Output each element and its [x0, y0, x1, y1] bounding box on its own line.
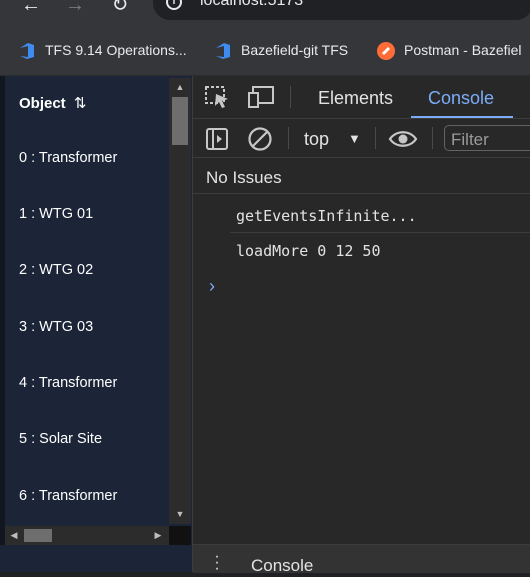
clear-console-icon[interactable] — [247, 126, 273, 152]
toolbar-separator — [432, 127, 433, 149]
bookmark-label: Bazefield-git TFS — [241, 42, 349, 58]
sort-arrows-icon[interactable]: ⇅ — [74, 95, 87, 112]
no-issues-label[interactable]: No Issues — [206, 168, 282, 188]
toolbar-separator — [290, 86, 291, 108]
console-prompt-chevron-icon[interactable]: › — [209, 276, 215, 297]
context-label: top — [304, 129, 330, 149]
bookmark-bazefield-git[interactable]: Bazefield-git TFS — [214, 40, 348, 60]
object-header-label: Object — [19, 95, 66, 112]
list-item[interactable]: 2 : WTG 02 — [19, 262, 93, 278]
back-arrow-icon[interactable]: ← — [19, 0, 43, 17]
sidebar-toggle-icon[interactable] — [205, 127, 229, 151]
drawer-console-tab[interactable]: Console — [251, 556, 313, 576]
bookmark-postman[interactable]: Postman - Bazefiel — [377, 40, 522, 61]
page-edge-strip — [0, 76, 5, 572]
list-item[interactable]: 0 : Transformer — [19, 150, 117, 166]
scrollbar-corner — [169, 526, 191, 545]
device-toolbar-icon[interactable] — [247, 85, 275, 109]
panel-footer — [0, 545, 192, 572]
drawer-menu-icon[interactable]: · · · — [213, 549, 221, 577]
url-text[interactable]: localhost:5173 — [200, 0, 303, 10]
filter-placeholder[interactable]: Filter — [451, 130, 489, 150]
list-item[interactable]: 1 : WTG 01 — [19, 206, 93, 222]
reload-icon[interactable]: ↻ — [108, 0, 132, 17]
postman-icon — [377, 42, 395, 61]
live-expression-eye-icon[interactable] — [388, 128, 418, 150]
tab-elements[interactable]: Elements — [318, 88, 393, 109]
list-item[interactable]: 3 : WTG 03 — [19, 319, 93, 335]
azure-devops-icon — [18, 42, 36, 60]
scroll-left-arrow-icon[interactable]: ◀ — [6, 526, 22, 545]
tab-console[interactable]: Console — [428, 88, 494, 109]
inspect-element-icon[interactable] — [204, 85, 230, 109]
list-item[interactable]: 5 : Solar Site — [19, 431, 102, 447]
object-column-header[interactable]: Object ⇅ — [19, 94, 86, 112]
bookmark-tfs-operations[interactable]: TFS 9.14 Operations... — [18, 40, 187, 60]
bookmark-label: TFS 9.14 Operations... — [45, 42, 187, 58]
forward-arrow-icon[interactable]: → — [63, 0, 87, 17]
console-row-divider — [230, 232, 530, 233]
console-message[interactable]: loadMore 0 12 50 — [236, 242, 381, 260]
horizontal-scroll-thumb[interactable] — [24, 529, 52, 542]
context-selector[interactable]: top ▼ — [304, 129, 361, 150]
scroll-up-arrow-icon[interactable]: ▲ — [169, 80, 191, 94]
scroll-right-arrow-icon[interactable]: ▶ — [150, 526, 166, 545]
list-item[interactable]: 6 : Transformer — [19, 488, 117, 504]
toolbar-separator — [375, 127, 376, 149]
vertical-scroll-thumb[interactable] — [172, 97, 188, 145]
devtools-drawer-bar — [193, 544, 530, 573]
scroll-down-arrow-icon[interactable]: ▼ — [169, 507, 191, 521]
dropdown-arrow-icon: ▼ — [348, 131, 361, 146]
console-message[interactable]: getEventsInfinite... — [236, 207, 417, 225]
list-item[interactable]: 4 : Transformer — [19, 375, 117, 391]
toolbar-separator — [288, 127, 289, 149]
bookmark-label: Postman - Bazefiel — [404, 42, 522, 58]
active-tab-indicator — [411, 116, 513, 118]
azure-devops-icon — [214, 42, 232, 60]
